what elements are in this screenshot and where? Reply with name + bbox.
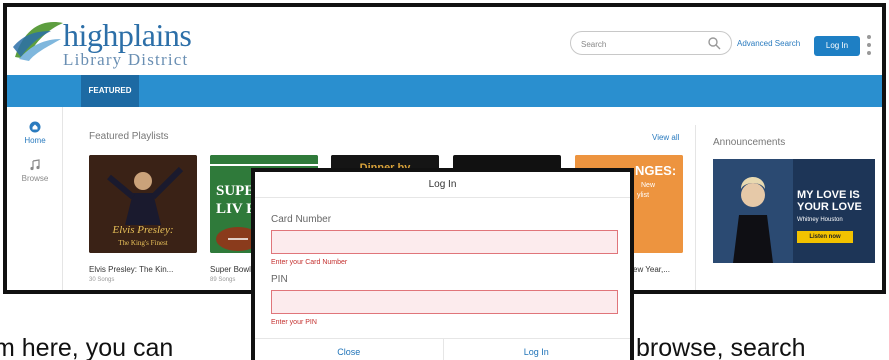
playlist-art-elvis: Elvis Presley: The King's Finest — [89, 155, 197, 253]
modal-login-button[interactable]: Log In — [443, 339, 631, 360]
featured-playlists-heading: Featured Playlists — [89, 131, 169, 142]
background-doc-text-left: m here, you can — [0, 334, 174, 360]
listen-now-button[interactable]: Listen now — [797, 231, 853, 243]
rail-item-home[interactable]: Home — [7, 121, 63, 145]
more-menu-icon[interactable] — [865, 33, 873, 59]
login-modal: Log In Card Number Enter your Card Numbe… — [251, 168, 634, 360]
logo-subtitle: Library District — [63, 50, 189, 69]
svg-text:LIV P: LIV P — [216, 201, 255, 217]
library-logo-text[interactable]: highplains Library District — [63, 17, 192, 69]
site-header: highplains Library District Advanced Sea… — [7, 7, 882, 75]
playlist-card-title[interactable]: Elvis Presley: The Kin... — [89, 265, 173, 274]
tab-featured[interactable]: FEATURED — [81, 75, 139, 107]
card-number-error: Enter your Card Number — [271, 259, 348, 266]
rail-item-browse[interactable]: Browse — [7, 159, 63, 183]
playlist-card-subtitle: 30 Songs — [89, 277, 115, 283]
search-icon[interactable] — [707, 36, 721, 50]
announcement-banner[interactable]: MY LOVE IS YOUR LOVE Whitney Houston Lis… — [713, 159, 875, 263]
playlist-card-title[interactable]: Super Bowl — [210, 265, 251, 274]
playlist-card-elvis[interactable]: Elvis Presley: The King's Finest — [89, 155, 197, 253]
music-note-icon — [30, 159, 40, 171]
nav-bar: FEATURED — [7, 75, 882, 107]
side-rail: Home Browse — [7, 107, 63, 290]
card-number-label: Card Number — [271, 214, 332, 225]
announcements-heading: Announcements — [713, 137, 786, 148]
card-number-field[interactable] — [271, 230, 618, 254]
search-input[interactable] — [581, 36, 701, 52]
svg-text:ylist: ylist — [637, 192, 649, 199]
background-doc-text-right: browse, search — [636, 334, 806, 360]
playlist-card-title[interactable]: ew Year,... — [633, 265, 670, 274]
playlist-card-subtitle: 89 Songs — [210, 277, 236, 283]
modal-footer: Close Log In — [255, 338, 630, 360]
section-divider — [695, 125, 696, 290]
pin-error: Enter your PIN — [271, 319, 317, 326]
home-icon — [29, 121, 41, 133]
search-box — [570, 31, 732, 55]
library-logo-icon[interactable] — [13, 17, 65, 61]
view-all-link[interactable]: View all — [652, 133, 679, 142]
banner-artist: Whitney Houston — [797, 217, 843, 223]
modal-title: Log In — [255, 172, 630, 198]
rail-item-label: Home — [24, 136, 46, 145]
logo-title: highplains — [63, 17, 192, 53]
rail-item-label: Browse — [21, 174, 49, 183]
pin-field[interactable] — [271, 290, 618, 314]
advanced-search-link[interactable]: Advanced Search — [737, 39, 800, 48]
svg-text:NGES:: NGES: — [635, 163, 676, 178]
svg-text:Elvis Presley:: Elvis Presley: — [112, 224, 174, 236]
login-button[interactable]: Log In — [814, 36, 860, 56]
banner-headline: MY LOVE IS YOUR LOVE — [797, 189, 862, 213]
svg-text:The King's Finest: The King's Finest — [118, 239, 168, 247]
close-button[interactable]: Close — [255, 339, 443, 360]
pin-label: PIN — [271, 274, 288, 285]
svg-text:New: New — [641, 182, 656, 189]
